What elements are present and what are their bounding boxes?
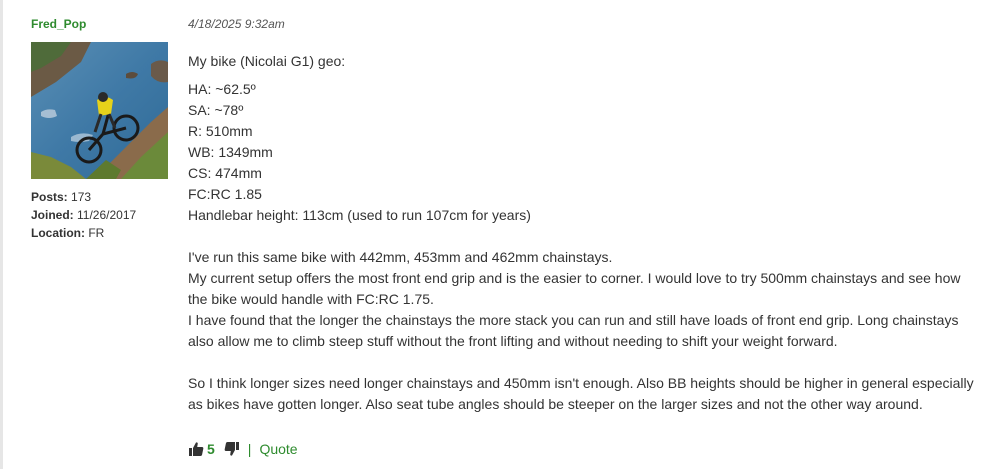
stat-location: Location: FR xyxy=(31,224,136,242)
quote-link[interactable]: Quote xyxy=(259,440,297,458)
stat-location-value: FR xyxy=(88,226,105,240)
stat-posts: Posts: 173 xyxy=(31,188,136,206)
spec-line: CS: 474mm xyxy=(188,165,262,181)
stat-posts-label: Posts: xyxy=(31,190,68,204)
stat-joined-value: 11/26/2017 xyxy=(77,208,137,222)
action-separator: | xyxy=(247,441,252,457)
author-panel: Fred_Pop Posts: 173 Joined: 11/26/2017 L… xyxy=(31,16,181,240)
post-intro: My bike (Nicolai G1) geo: xyxy=(188,53,346,69)
spec-line: WB: 1349mm xyxy=(188,144,273,160)
post-paragraph-line: My current setup offers the most front e… xyxy=(188,270,961,307)
post-content: 4/18/2025 9:32am My bike (Nicolai G1) ge… xyxy=(188,16,983,457)
spec-line: FC:RC 1.85 xyxy=(188,186,262,202)
thumbs-up-icon[interactable] xyxy=(188,441,204,457)
spec-line: HA: ~62.5º xyxy=(188,81,256,97)
left-border xyxy=(0,0,3,469)
post-body: My bike (Nicolai G1) geo: HA: ~62.5º SA:… xyxy=(188,51,983,415)
spec-line: R: 510mm xyxy=(188,123,253,139)
post-actions: 5 | Quote xyxy=(188,440,298,458)
stat-joined-label: Joined: xyxy=(31,208,74,222)
spec-line: Handlebar height: 113cm (used to run 107… xyxy=(188,207,531,223)
stat-posts-value: 173 xyxy=(71,190,92,204)
post-paragraph: So I think longer sizes need longer chai… xyxy=(188,375,974,412)
author-username[interactable]: Fred_Pop xyxy=(31,16,181,32)
like-count: 5 xyxy=(207,441,215,457)
post-paragraph-line: I have found that the longer the chainst… xyxy=(188,312,959,349)
spec-line: SA: ~78º xyxy=(188,102,244,118)
thumbs-down-icon[interactable] xyxy=(224,441,240,457)
stat-location-label: Location: xyxy=(31,226,85,240)
post-timestamp: 4/18/2025 9:32am xyxy=(188,17,285,31)
post-paragraph-line: I've run this same bike with 442mm, 453m… xyxy=(188,249,613,265)
stat-joined: Joined: 11/26/2017 xyxy=(31,206,136,224)
avatar[interactable] xyxy=(31,42,168,179)
author-stats: Posts: 173 Joined: 11/26/2017 Location: … xyxy=(31,188,136,242)
avatar-image xyxy=(31,42,168,179)
